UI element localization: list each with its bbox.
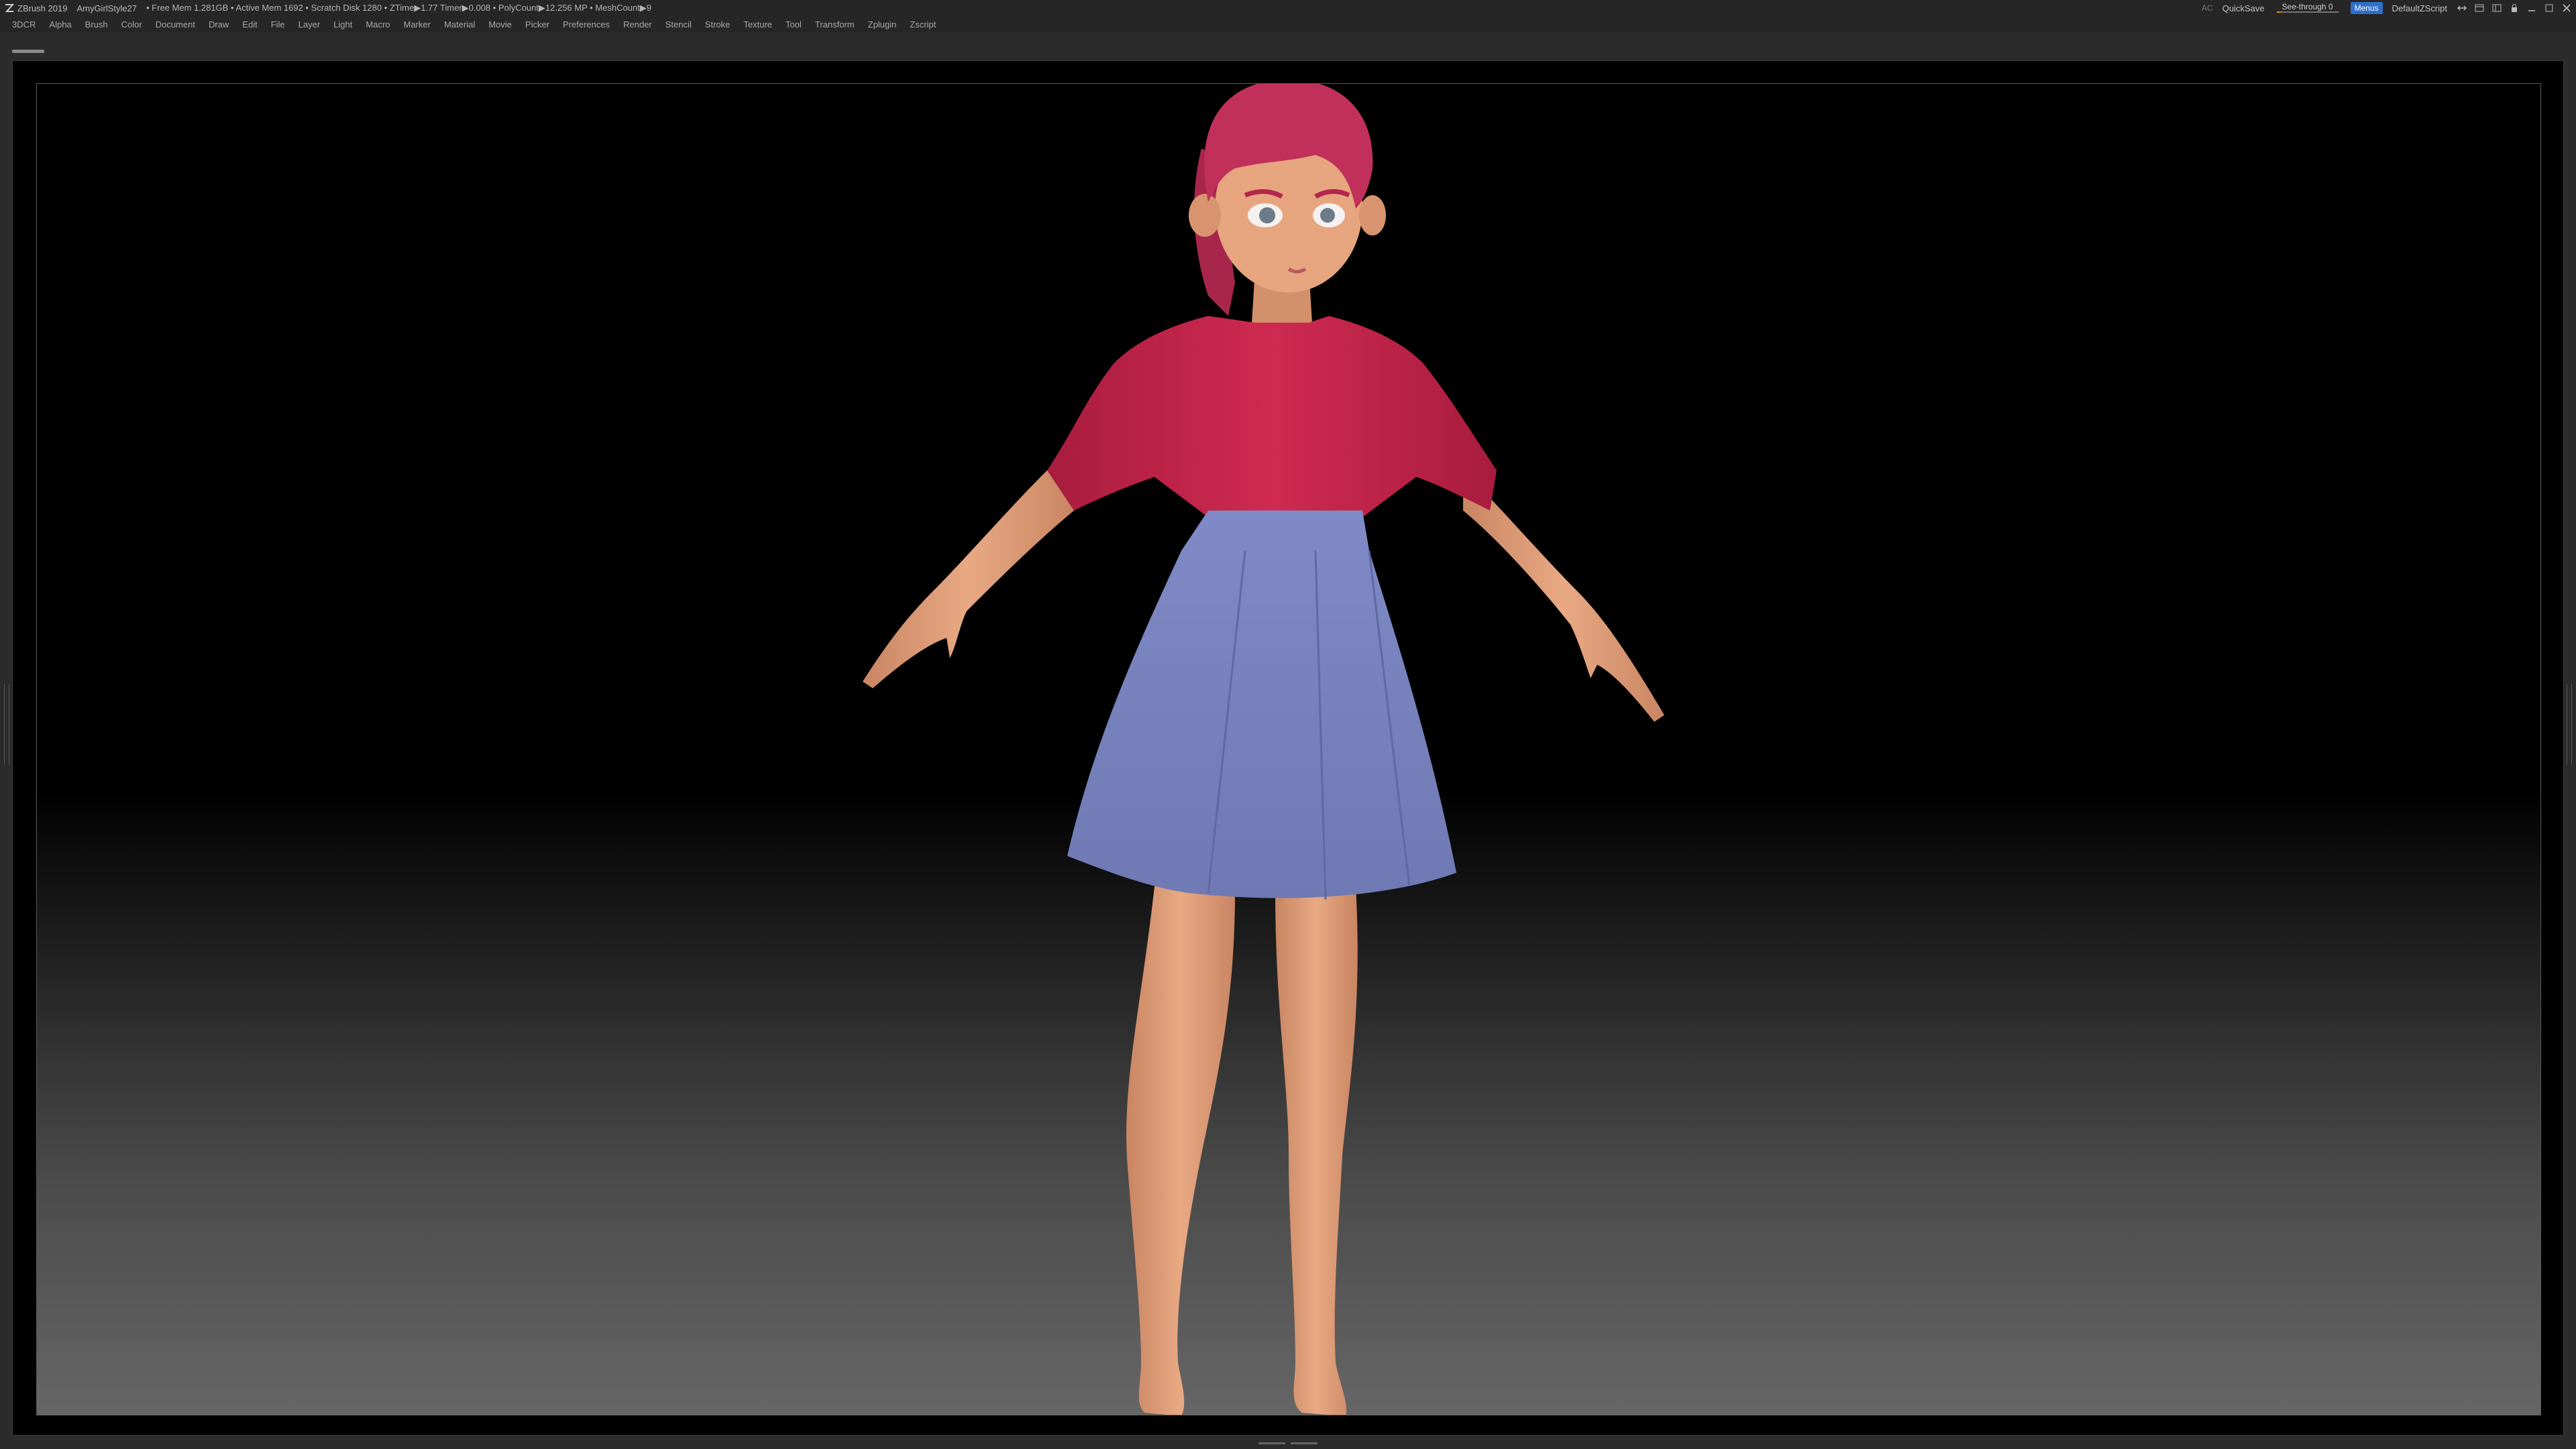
ui-layout-icon[interactable]	[2474, 3, 2485, 13]
menu-file[interactable]: File	[271, 19, 285, 30]
right-tray-handle[interactable]	[2567, 684, 2572, 765]
see-through-track	[2276, 11, 2339, 13]
menu-movie[interactable]: Movie	[488, 19, 512, 30]
menu-transform[interactable]: Transform	[815, 19, 855, 30]
main-menu-bar: 3DCR Alpha Brush Color Document Draw Edi…	[0, 16, 2576, 32]
menu-draw[interactable]: Draw	[209, 19, 229, 30]
zbrush-logo-icon	[5, 4, 15, 12]
menu-zscript[interactable]: Zscript	[910, 19, 936, 30]
menu-stroke[interactable]: Stroke	[705, 19, 731, 30]
menu-stencil[interactable]: Stencil	[665, 19, 692, 30]
menu-render[interactable]: Render	[623, 19, 652, 30]
shirt	[1047, 316, 1497, 517]
title-bar-controls: AC QuickSave See-through 0 Menus Default…	[2202, 0, 2572, 16]
menu-marker[interactable]: Marker	[404, 19, 431, 30]
left-arm	[863, 470, 1074, 688]
layout-arrows-icon[interactable]	[2457, 3, 2467, 13]
bottom-tray-handle[interactable]	[1241, 1441, 1335, 1445]
menu-document[interactable]: Document	[156, 19, 195, 30]
menu-edit[interactable]: Edit	[242, 19, 257, 30]
app-name: ZBrush 2019	[17, 3, 68, 13]
document-canvas[interactable]	[36, 83, 2541, 1415]
quicksave-button[interactable]: QuickSave	[2222, 3, 2265, 13]
menu-texture[interactable]: Texture	[743, 19, 772, 30]
left-tray-handle[interactable]	[4, 684, 9, 765]
window-icons	[2457, 3, 2572, 13]
right-arm	[1463, 470, 1664, 722]
menu-3dcr[interactable]: 3DCR	[12, 19, 36, 30]
menu-macro[interactable]: Macro	[366, 19, 390, 30]
ui-colors-icon[interactable]	[2491, 3, 2502, 13]
maximize-icon[interactable]	[2544, 3, 2555, 13]
skirt	[1067, 511, 1456, 898]
left-iris	[1259, 207, 1275, 223]
see-through-value: 0	[2328, 2, 2333, 11]
right-leg	[1275, 886, 1358, 1415]
menu-picker[interactable]: Picker	[525, 19, 549, 30]
menu-preferences[interactable]: Preferences	[563, 19, 610, 30]
character-model[interactable]	[37, 84, 2541, 1415]
shelf-grip-handle[interactable]	[12, 50, 44, 53]
default-zscript-button[interactable]: DefaultZScript	[2392, 3, 2447, 13]
left-ear	[1189, 194, 1221, 237]
top-shelf	[0, 32, 2576, 59]
right-ear	[1359, 195, 1386, 235]
left-leg	[1126, 886, 1235, 1415]
document-name: AmyGirlStyle27	[76, 3, 138, 13]
minimize-icon[interactable]	[2526, 3, 2537, 13]
menu-zplugin[interactable]: Zplugin	[868, 19, 897, 30]
menu-brush[interactable]: Brush	[85, 19, 108, 30]
menu-color[interactable]: Color	[121, 19, 142, 30]
right-iris	[1320, 208, 1335, 223]
memory-stats: • Free Mem 1.281GB • Active Mem 1692 • S…	[146, 3, 652, 13]
lock-icon[interactable]	[2509, 3, 2520, 13]
menu-alpha[interactable]: Alpha	[49, 19, 71, 30]
title-bar: ZBrush 2019 AmyGirlStyle27 • Free Mem 1.…	[0, 0, 2576, 16]
see-through-label: See-through	[2282, 2, 2326, 11]
menu-tool[interactable]: Tool	[786, 19, 802, 30]
menus-toggle-button[interactable]: Menus	[2350, 2, 2383, 14]
see-through-fill	[2276, 11, 2281, 13]
see-through-slider[interactable]: See-through 0	[2274, 2, 2341, 14]
ac-button[interactable]: AC	[2202, 3, 2213, 13]
menu-layer[interactable]: Layer	[299, 19, 321, 30]
close-icon[interactable]	[2561, 3, 2572, 13]
menu-material[interactable]: Material	[444, 19, 475, 30]
menu-light[interactable]: Light	[333, 19, 352, 30]
